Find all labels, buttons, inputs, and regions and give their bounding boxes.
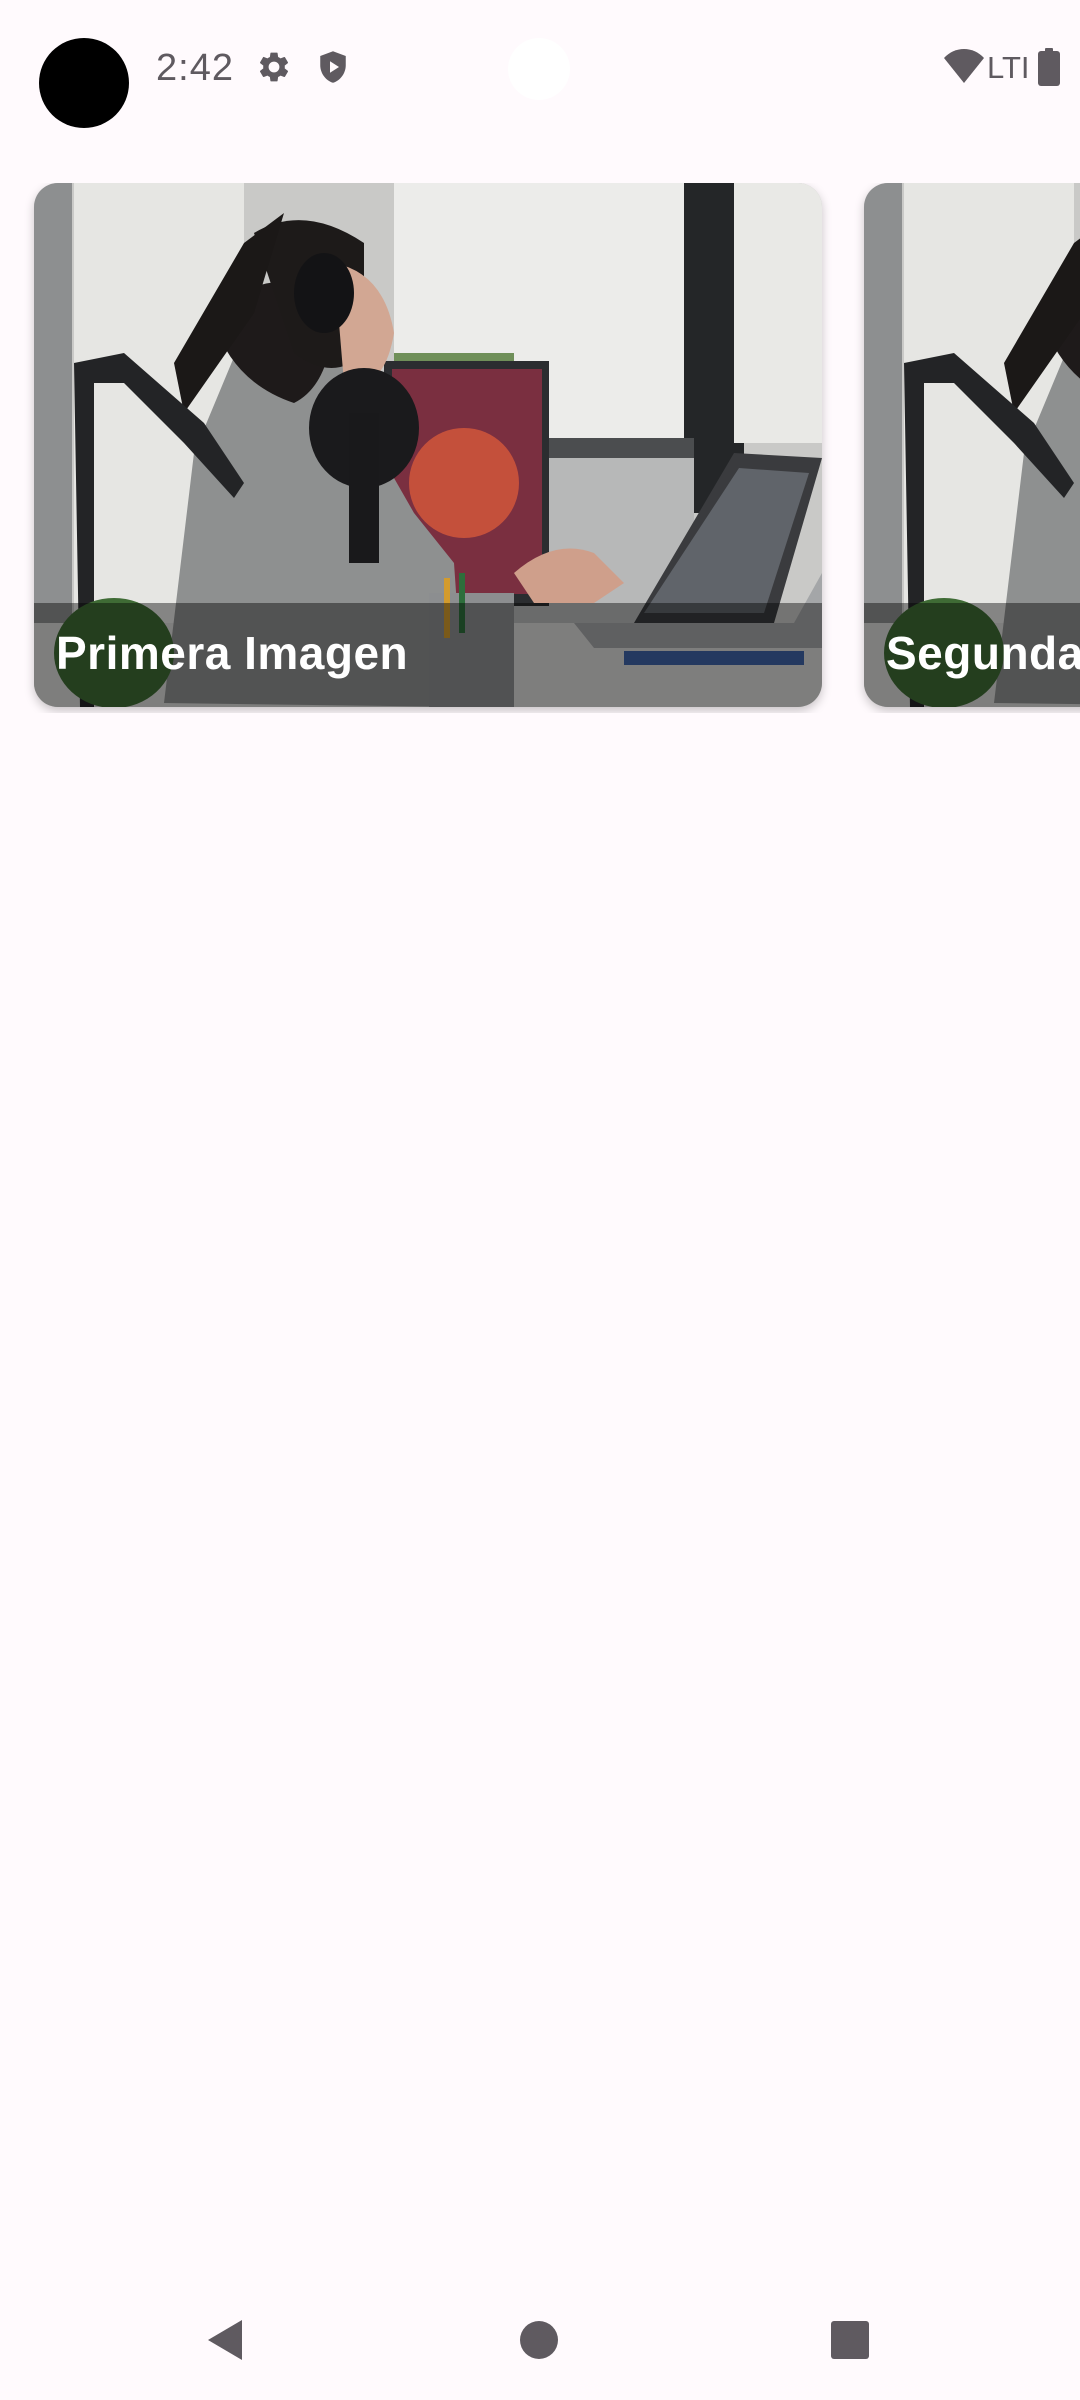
system-nav-bar	[0, 2270, 1080, 2400]
card-caption-overlay: Primera Imagen	[34, 603, 822, 707]
card-title: Segunda Imagen	[886, 627, 1080, 679]
card-caption-overlay: Segunda Imagen	[864, 603, 1080, 707]
shield-icon	[320, 51, 346, 83]
recents-icon[interactable]	[820, 2310, 880, 2370]
carousel-card[interactable]: Primera Imagen	[34, 183, 822, 707]
home-icon[interactable]	[509, 2310, 569, 2370]
screen: 2:42 LTI Primera Imagen Segunda	[0, 0, 1080, 2400]
front-camera-cutout	[508, 38, 570, 100]
carousel-card[interactable]: Segunda Imagen	[864, 183, 1080, 707]
back-icon[interactable]	[196, 2310, 256, 2370]
network-type-label: LTI	[987, 50, 1030, 85]
gear-icon	[259, 52, 289, 82]
wifi-icon	[944, 49, 984, 83]
camera-dot	[39, 38, 129, 128]
battery-icon	[1038, 48, 1060, 86]
image-carousel[interactable]: Primera Imagen Segunda Imagen	[0, 183, 1080, 713]
status-time: 2:42	[156, 47, 234, 89]
card-title: Primera Imagen	[56, 627, 409, 679]
status-bar: 2:42 LTI	[0, 0, 1080, 140]
